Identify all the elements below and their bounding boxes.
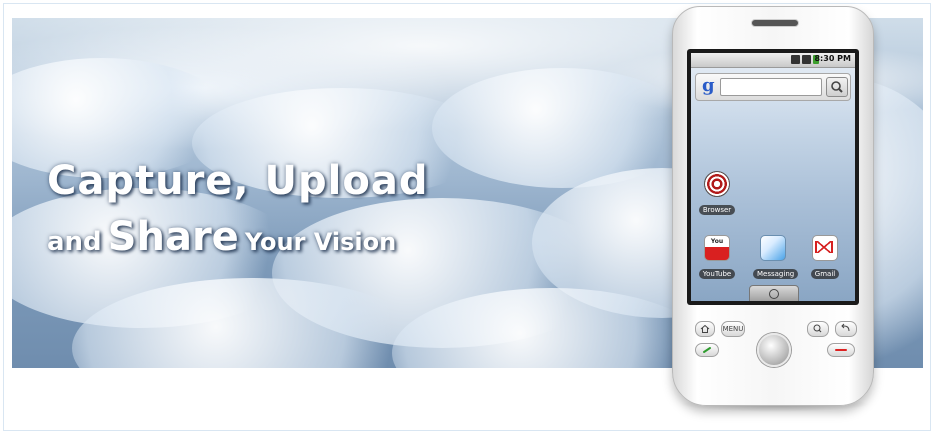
search-button[interactable]: [826, 77, 848, 97]
status-time: 8:30 PM: [814, 54, 851, 63]
home-button[interactable]: [695, 321, 715, 337]
back-icon: [841, 323, 850, 332]
end-call-icon: [835, 349, 847, 351]
app-youtube[interactable]: You YouTube: [697, 235, 737, 280]
google-logo-icon: g: [702, 75, 715, 96]
app-label: Browser: [698, 205, 736, 215]
home-icon: [700, 324, 710, 333]
google-search-widget[interactable]: g: [695, 73, 851, 101]
search-hard-button[interactable]: [807, 321, 829, 337]
gmail-icon: [812, 235, 838, 261]
back-button[interactable]: [835, 321, 857, 337]
call-button[interactable]: [695, 343, 719, 357]
phone-screen: 8:30 PM g Browser You YouTube Messaging …: [691, 53, 855, 301]
headline-share: Share: [107, 214, 239, 260]
network-icon: [791, 55, 800, 64]
youtube-icon: You: [704, 235, 730, 261]
app-gmail[interactable]: Gmail: [805, 235, 845, 280]
end-call-button[interactable]: [827, 343, 855, 357]
browser-icon: [704, 171, 730, 197]
android-phone: 8:30 PM g Browser You YouTube Messaging …: [672, 6, 874, 406]
screen-bezel: 8:30 PM g Browser You YouTube Messaging …: [687, 49, 859, 305]
app-label: YouTube: [698, 269, 736, 279]
messaging-icon: [760, 235, 786, 261]
headline-line2: and Share Your Vision: [47, 214, 396, 260]
drawer-handle-icon: [769, 289, 779, 299]
speaker-grille: [751, 19, 799, 27]
signal-icon: [802, 55, 811, 64]
app-messaging[interactable]: Messaging: [753, 235, 799, 280]
headline-line1: Capture, Upload: [47, 158, 429, 204]
status-bar: 8:30 PM: [691, 53, 855, 68]
search-input[interactable]: [720, 78, 822, 96]
call-icon: [703, 347, 711, 353]
search-icon: [813, 324, 822, 333]
app-drawer-tab[interactable]: [749, 285, 799, 301]
app-label: Messaging: [753, 269, 799, 279]
menu-button[interactable]: MENU: [721, 321, 745, 337]
headline-and: and: [47, 227, 102, 257]
headline-vision: Your Vision: [244, 228, 397, 256]
trackball[interactable]: [757, 333, 791, 367]
app-browser[interactable]: Browser: [697, 171, 737, 216]
app-label: Gmail: [810, 269, 840, 279]
search-icon: [831, 81, 843, 93]
